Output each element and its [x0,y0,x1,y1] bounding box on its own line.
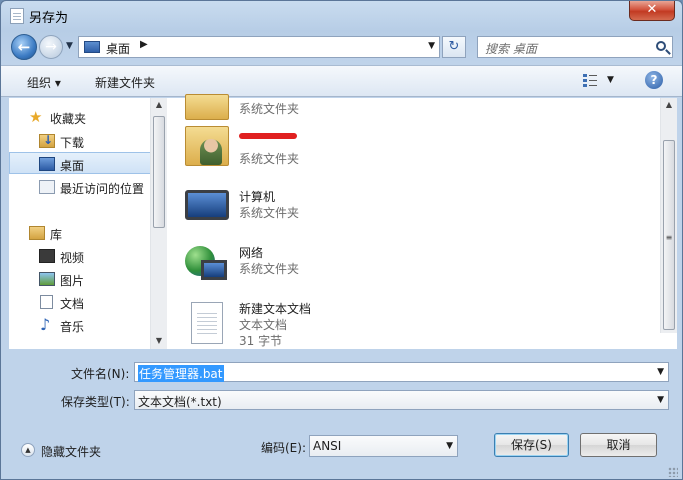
chevron-right-icon[interactable]: ▶ [140,39,148,50]
sidebar-item-music[interactable]: ♪ 音乐 [9,314,151,336]
file-type: 文本文档 [239,318,288,332]
organize-button[interactable]: 组织 ▾ [27,74,61,91]
scrollbar-grip-icon: ≡ [665,233,673,242]
list-item[interactable]: 新建文本文档 文本文档 31 字节 [183,296,623,350]
library-icon [29,226,45,240]
sidebar-item-label: 文档 [60,297,85,311]
navigation-scrollbar[interactable]: ▲ ▼ [150,98,167,349]
sidebar-item-label: 视频 [60,251,85,265]
sidebar-item-label: 下载 [60,136,85,150]
savetype-select[interactable]: 文本文档(*.txt) ▼ [134,390,669,410]
scroll-up-icon[interactable]: ▲ [151,100,167,109]
sidebar-item-label: 收藏夹 [50,112,87,126]
file-type: 系统文件夹 [239,102,300,116]
video-icon [39,249,55,263]
resize-grip-icon[interactable] [668,467,678,477]
file-type: 系统文件夹 [239,262,300,276]
save-button[interactable]: 保存(S) [494,433,569,457]
music-icon: ♪ [40,315,51,334]
scroll-up-icon[interactable]: ▲ [661,100,677,109]
list-item[interactable]: 网络 系统文件夹 [183,240,623,294]
desktop-icon [84,41,100,53]
desktop-icon [39,157,55,171]
filename-value[interactable]: 任务管理器.bat [138,365,224,382]
filename-label: 文件名(N): [71,367,130,381]
sidebar-item-label: 最近访问的位置 [60,182,145,196]
encoding-value[interactable]: ANSI [313,439,341,453]
file-name: 网络 [239,246,264,260]
computer-icon [185,190,229,220]
sidebar-item-desktop[interactable]: 桌面 [9,152,151,174]
file-name: 计算机 [239,190,276,204]
help-button[interactable]: ? [645,71,663,89]
arrow-left-icon: ← [17,38,31,56]
savetype-label: 保存类型(T): [61,395,130,409]
sidebar-item-label: 图片 [60,274,85,288]
scrollbar-thumb[interactable] [153,116,165,228]
address-text[interactable]: 桌面 [106,40,130,57]
file-name-redacted [239,128,297,142]
list-item[interactable]: 计算机 系统文件夹 [183,184,623,238]
encoding-label: 编码(E): [261,441,306,455]
sidebar-item-recent-places[interactable]: 最近访问的位置 [9,176,151,198]
text-file-icon [191,302,223,344]
download-folder-icon [39,133,55,148]
file-size: 31 字节 [239,334,283,348]
forward-button[interactable]: → [39,35,63,59]
chevron-down-icon[interactable]: ▼ [657,395,664,405]
back-button[interactable]: ← [11,34,37,60]
star-icon: ★ [29,108,43,126]
savetype-value[interactable]: 文本文档(*.txt) [138,393,222,410]
scroll-down-icon[interactable]: ▼ [151,336,167,345]
sidebar-item-label: 库 [50,228,63,242]
refresh-button[interactable]: ↻ [442,36,466,58]
save-form: 文件名(N): 任务管理器.bat ▼ 保存类型(T): 文本文档(*.txt)… [1,353,682,479]
navigation-pane: ★ 收藏夹 下载 桌面 最近访问的位置 库 视频 图片 文档 [9,98,167,349]
close-button[interactable]: ✕ [629,1,675,21]
file-type: 系统文件夹 [239,152,300,166]
save-as-dialog: 另存为 ✕ ← → ▼ 桌面 ▶ ▼ ↻ 搜索 桌面 组织 ▾ 新建文件夹 ▼ … [0,0,683,480]
file-list-scrollbar[interactable]: ▲ ≡ [660,98,677,333]
user-folder-icon [185,126,229,166]
search-icon[interactable] [656,41,666,51]
arrow-right-icon: → [45,39,57,55]
history-dropdown[interactable]: ▼ [66,41,73,51]
sidebar-item-label: 桌面 [60,159,85,173]
notepad-icon [10,8,24,24]
sidebar-item-libraries[interactable]: 库 [9,222,151,244]
list-item[interactable]: 系统文件夹 [183,120,623,174]
sidebar-item-documents[interactable]: 文档 [9,291,151,313]
hide-folders-label[interactable]: 隐藏文件夹 [41,443,101,460]
recent-places-icon [39,180,55,194]
sidebar-item-favorites[interactable]: ★ 收藏夹 [9,106,151,128]
chevron-down-icon[interactable]: ▼ [446,441,453,451]
file-type: 系统文件夹 [239,206,300,220]
pictures-icon [39,272,55,286]
chevron-down-icon[interactable]: ▼ [428,41,435,51]
navigation-bar: ← → ▼ 桌面 ▶ ▼ ↻ 搜索 桌面 [1,31,682,63]
title-bar: 另存为 ✕ [1,1,682,31]
new-folder-button[interactable]: 新建文件夹 [95,74,155,91]
sidebar-item-videos[interactable]: 视频 [9,245,151,267]
computer-icon [201,260,227,280]
encoding-select[interactable]: ANSI ▼ [309,435,458,457]
window-title: 另存为 [29,11,69,26]
folder-icon [185,94,229,120]
sidebar-item-label: 音乐 [60,320,85,334]
address-bar[interactable]: 桌面 ▶ ▼ [78,36,440,58]
network-icon [185,246,229,286]
documents-icon [40,295,53,309]
filename-field[interactable]: 任务管理器.bat ▼ [134,362,669,382]
search-input[interactable]: 搜索 桌面 [485,40,537,57]
sidebar-item-downloads[interactable]: 下载 [9,130,151,152]
refresh-icon: ↻ [448,39,460,54]
user-icon [200,139,222,165]
chevron-down-icon[interactable]: ▼ [657,367,664,377]
search-box[interactable]: 搜索 桌面 [477,36,673,58]
file-list: 系统文件夹 系统文件夹 计算机 系统文件夹 网络 系统文件夹 新建文本文档 文本… [167,94,677,350]
cancel-button[interactable]: 取消 [580,433,657,457]
sidebar-item-pictures[interactable]: 图片 [9,268,151,290]
chevron-up-icon[interactable]: ▲ [21,443,35,457]
file-name: 新建文本文档 [239,302,312,316]
